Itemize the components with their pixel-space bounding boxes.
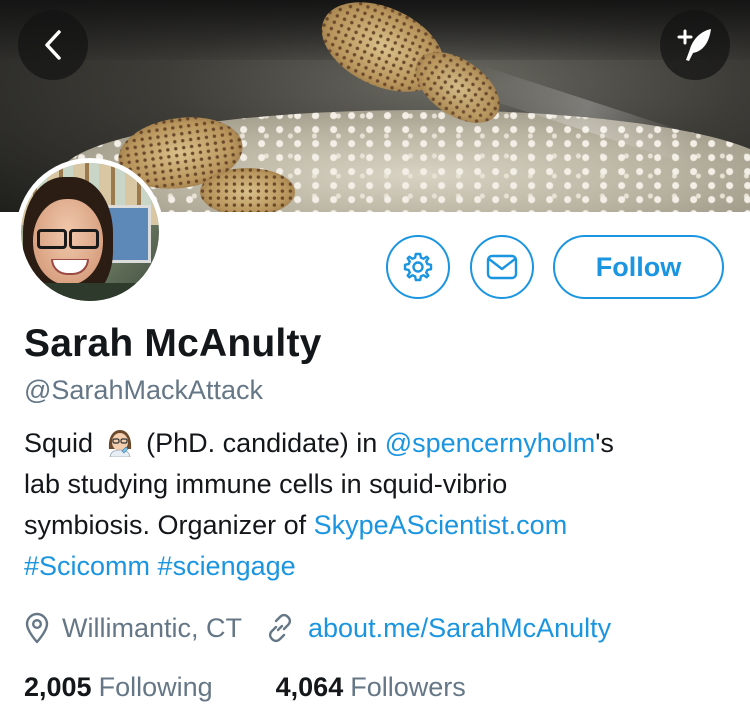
bio-text: 's (595, 428, 614, 458)
follow-button[interactable]: Follow (553, 235, 724, 299)
bio-line: #Scicomm #sciengage (24, 546, 724, 587)
compose-tweet-icon (677, 29, 711, 61)
bio-text: Squid (24, 428, 94, 458)
profile-bio: Squid (PhD. candidate) in @spencernyholm… (24, 423, 724, 587)
website-link-inline[interactable]: SkypeAScientist.com (314, 510, 568, 540)
bio-text: symbiosis. Organizer of (24, 510, 314, 540)
envelope-icon (486, 254, 518, 280)
website-link[interactable]: about.me/SarahMcAnulty (308, 613, 611, 644)
chevron-left-icon (45, 30, 61, 60)
link-icon (268, 613, 292, 643)
followers-count: 4,064 (275, 672, 344, 702)
hashtag-link[interactable]: #Scicomm (24, 551, 150, 581)
followers-stat[interactable]: 4,064 Followers (276, 672, 466, 703)
following-count: 2,005 (24, 672, 92, 702)
profile-page: Follow Sarah McAnulty @SarahMackAttack S… (0, 0, 750, 728)
settings-button[interactable] (386, 235, 450, 299)
gear-icon (403, 252, 433, 282)
profile-stats: 2,005 Following 4,064 Followers (24, 672, 466, 703)
bio-line: Squid (PhD. candidate) in @spencernyholm… (24, 423, 724, 464)
hashtag-link[interactable]: #sciengage (158, 551, 296, 581)
following-label: Following (98, 672, 213, 702)
profile-handle: @SarahMackAttack (24, 375, 263, 405)
profile-meta: Willimantic, CT about.me/SarahMcAnulty (24, 612, 611, 644)
woman-scientist-icon (105, 427, 135, 458)
back-button[interactable] (18, 10, 88, 80)
bio-text: (PhD. candidate) in (146, 428, 385, 458)
message-button[interactable] (470, 235, 534, 299)
mention-link[interactable]: @spencernyholm (385, 428, 596, 458)
compose-tweet-button[interactable] (660, 10, 730, 80)
location-pin-icon (25, 612, 49, 644)
following-stat[interactable]: 2,005 Following (24, 672, 213, 703)
followers-label: Followers (350, 672, 466, 702)
avatar[interactable] (16, 158, 164, 306)
profile-name: Sarah McAnulty (24, 322, 322, 365)
bio-line: symbiosis. Organizer of SkypeAScientist.… (24, 505, 724, 546)
bio-line: lab studying immune cells in squid-vibri… (24, 469, 508, 499)
location-text: Willimantic, CT (62, 612, 242, 643)
